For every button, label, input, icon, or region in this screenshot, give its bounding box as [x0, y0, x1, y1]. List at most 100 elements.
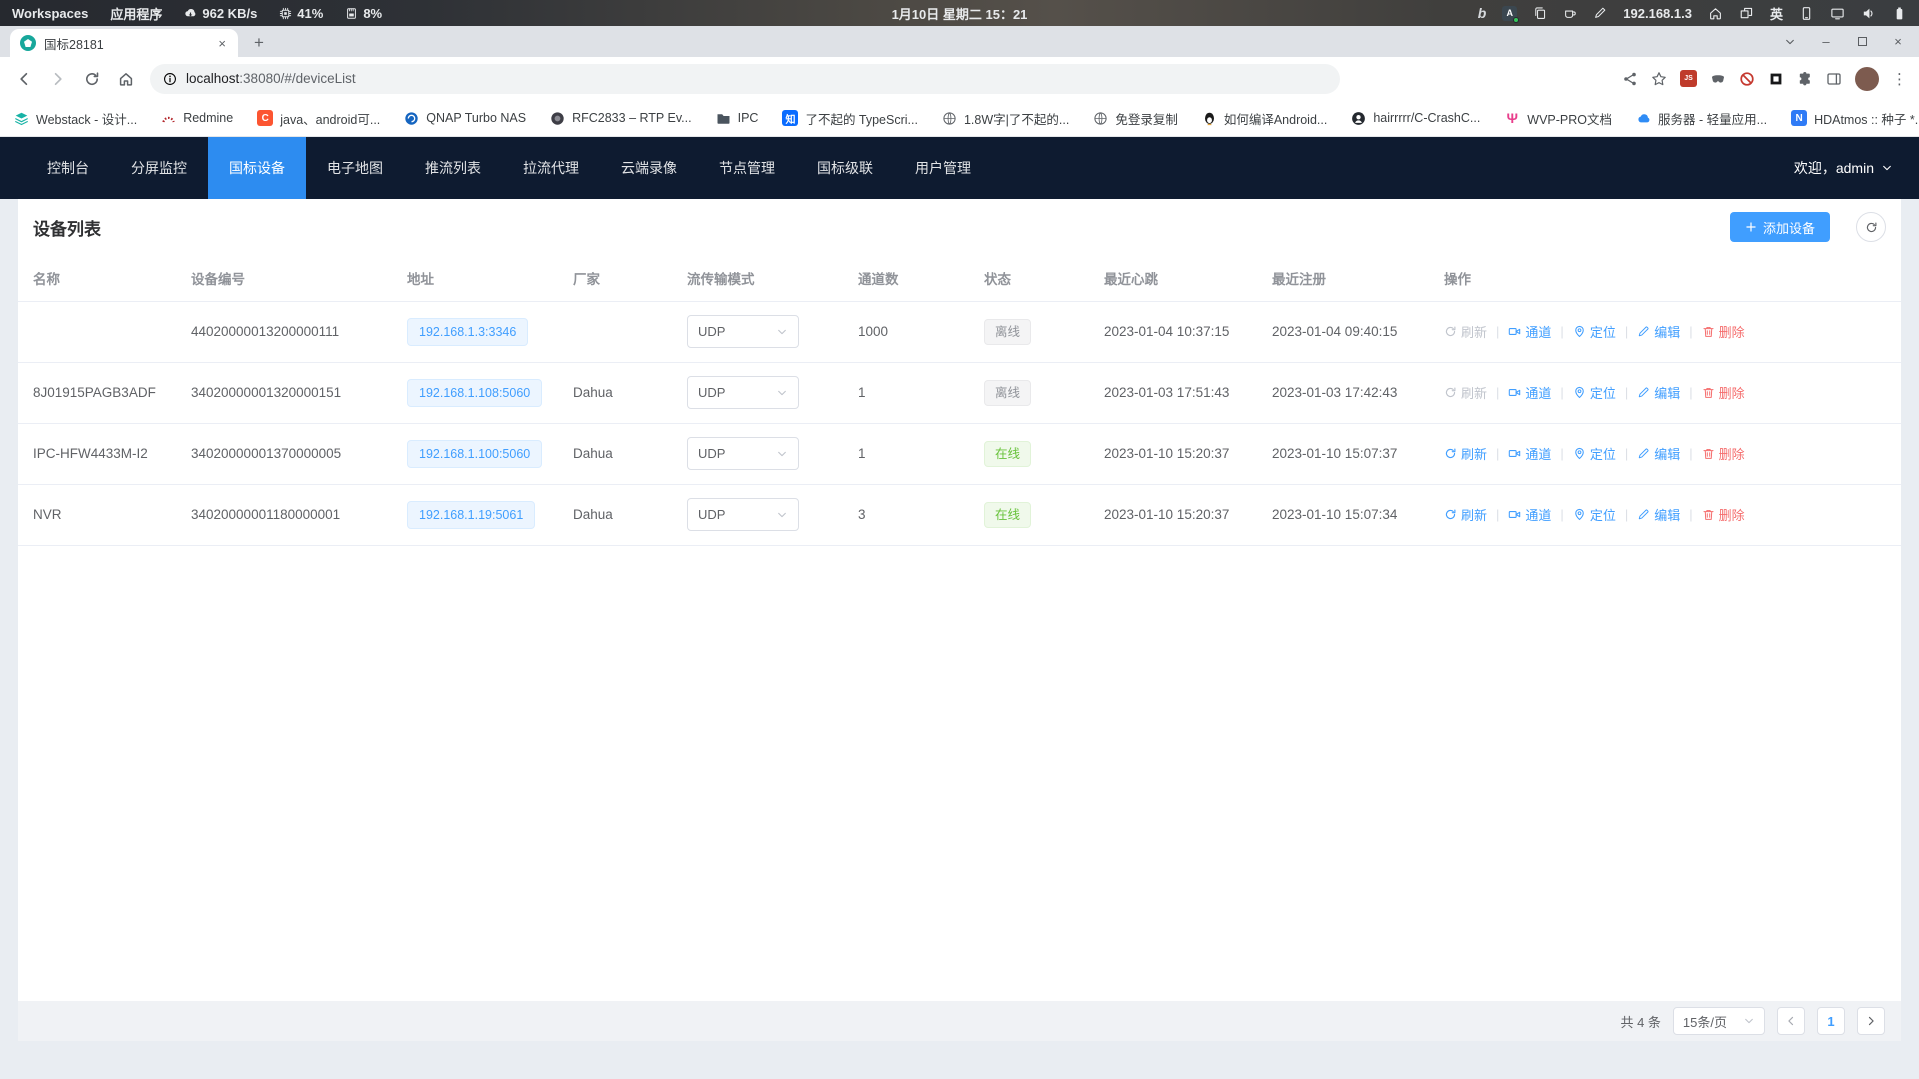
- action-buttons: 刷新|通道|定位|编辑|删除: [1444, 505, 1891, 524]
- nav-item-5[interactable]: 推流列表: [404, 137, 502, 199]
- nav-item-3[interactable]: 国标设备: [208, 137, 306, 199]
- refresh-icon: [1865, 221, 1878, 234]
- bookmark-item[interactable]: ΨWVP-PRO文档: [1504, 109, 1612, 128]
- refresh-list-button[interactable]: [1856, 212, 1886, 242]
- status-badge: 在线: [984, 441, 1031, 467]
- nav-item-10[interactable]: 用户管理: [894, 137, 992, 199]
- bookmark-item[interactable]: 如何编译Android...: [1202, 109, 1328, 128]
- nav-item-8[interactable]: 节点管理: [698, 137, 796, 199]
- side-panel-icon[interactable]: [1826, 71, 1842, 87]
- stream-mode-select[interactable]: UDP: [687, 315, 799, 348]
- caffeine-tray-icon[interactable]: [1563, 6, 1577, 20]
- reload-button[interactable]: [76, 63, 108, 95]
- new-tab-button[interactable]: +: [246, 30, 272, 56]
- bookmark-item[interactable]: 服务器 - 轻量应用...: [1636, 109, 1767, 128]
- nav-item-6[interactable]: 拉流代理: [502, 137, 600, 199]
- home-button[interactable]: [110, 63, 142, 95]
- extension-square-icon[interactable]: [1768, 71, 1784, 87]
- battery-icon: [1892, 6, 1907, 21]
- stream-mode-select[interactable]: UDP: [687, 437, 799, 470]
- locate-action[interactable]: 定位: [1573, 383, 1616, 402]
- delete-action[interactable]: 删除: [1702, 322, 1745, 341]
- refresh-action[interactable]: 刷新: [1444, 505, 1487, 524]
- share-icon[interactable]: [1622, 71, 1638, 87]
- workspaces-button[interactable]: Workspaces: [12, 6, 88, 21]
- channels-action[interactable]: 通道: [1508, 505, 1551, 524]
- phone-link-icon[interactable]: [1799, 6, 1814, 21]
- ip-address-indicator[interactable]: 192.168.1.3: [1623, 6, 1692, 21]
- add-device-button[interactable]: 添加设备: [1730, 212, 1830, 242]
- clock[interactable]: 1月10日 星期二 15：21: [892, 4, 1028, 23]
- bookmark-item[interactable]: Webstack - 设计...: [14, 109, 137, 128]
- bookmark-item[interactable]: NHDAtmos :: 种子 *...: [1791, 109, 1919, 128]
- device-address-cell: 192.168.1.19:5061: [397, 484, 563, 545]
- nav-item-4[interactable]: 电子地图: [306, 137, 404, 199]
- bookmark-item[interactable]: Cjava、android可...: [257, 109, 380, 128]
- channel-count-cell: 1: [848, 362, 974, 423]
- nav-item-9[interactable]: 国标级联: [796, 137, 894, 199]
- bookmark-item[interactable]: 1.8W字|了不起的...: [942, 109, 1069, 128]
- locate-action[interactable]: 定位: [1573, 322, 1616, 341]
- channels-action[interactable]: 通道: [1508, 444, 1551, 463]
- color-picker-tray-icon[interactable]: [1593, 6, 1607, 20]
- edit-action[interactable]: 编辑: [1637, 322, 1680, 341]
- delete-action[interactable]: 删除: [1702, 444, 1745, 463]
- back-button[interactable]: [8, 63, 40, 95]
- edit-action[interactable]: 编辑: [1637, 505, 1680, 524]
- extension-blocker-icon[interactable]: [1739, 71, 1755, 87]
- channels-action[interactable]: 通道: [1508, 383, 1551, 402]
- nav-item-2[interactable]: 分屏监控: [110, 137, 208, 199]
- refresh-action[interactable]: 刷新: [1444, 444, 1487, 463]
- refresh-action[interactable]: 刷新: [1444, 322, 1487, 341]
- extension-mask-icon[interactable]: [1710, 71, 1726, 87]
- browser-menu-icon[interactable]: ⋮: [1892, 70, 1907, 88]
- stream-mode-select[interactable]: UDP: [687, 498, 799, 531]
- edit-action[interactable]: 编辑: [1637, 444, 1680, 463]
- forward-button[interactable]: [42, 63, 74, 95]
- bookmark-item[interactable]: Redmine: [161, 111, 233, 126]
- volume-icon[interactable]: [1861, 6, 1876, 21]
- bookmark-item[interactable]: RFC2833 – RTP Ev...: [550, 111, 692, 126]
- app-tray-icon[interactable]: A: [1502, 6, 1517, 21]
- minimize-button[interactable]: –: [1809, 26, 1843, 57]
- bookmark-item[interactable]: QNAP Turbo NAS: [404, 111, 526, 126]
- bookmark-item[interactable]: IPC: [716, 111, 759, 126]
- current-page-button[interactable]: 1: [1817, 1007, 1845, 1035]
- browser-tab[interactable]: 国标28181 ×: [10, 29, 238, 57]
- next-page-button[interactable]: [1857, 1007, 1885, 1035]
- bookmark-item[interactable]: hairrrrr/C-CrashC...: [1351, 111, 1480, 126]
- bing-tray-icon[interactable]: b: [1478, 6, 1487, 20]
- prev-page-button[interactable]: [1777, 1007, 1805, 1035]
- locate-action[interactable]: 定位: [1573, 505, 1616, 524]
- tab-close-icon[interactable]: ×: [216, 35, 228, 52]
- channels-action[interactable]: 通道: [1508, 322, 1551, 341]
- stream-mode-select[interactable]: UDP: [687, 376, 799, 409]
- locate-action[interactable]: 定位: [1573, 444, 1616, 463]
- applications-button[interactable]: 应用程序: [110, 4, 162, 23]
- bookmark-item[interactable]: 免登录复制: [1093, 109, 1178, 128]
- maximize-button[interactable]: [1845, 26, 1879, 57]
- delete-action[interactable]: 删除: [1702, 383, 1745, 402]
- page-size-select[interactable]: 15条/页: [1673, 1007, 1765, 1035]
- home-tray-icon[interactable]: [1708, 6, 1723, 21]
- close-window-button[interactable]: ×: [1881, 26, 1915, 57]
- refresh-action[interactable]: 刷新: [1444, 383, 1487, 402]
- bookmark-item[interactable]: 知了不起的 TypeScri...: [782, 109, 918, 128]
- tab-search-chevron-icon[interactable]: [1773, 26, 1807, 57]
- nav-item-1[interactable]: 控制台: [26, 137, 110, 199]
- extensions-puzzle-icon[interactable]: [1797, 71, 1813, 87]
- display-tray-icon[interactable]: [1830, 6, 1845, 21]
- bookmark-label: Redmine: [183, 111, 233, 125]
- clipboard-tray-icon[interactable]: [1533, 6, 1547, 20]
- input-method-indicator[interactable]: 英: [1770, 4, 1783, 23]
- window-switcher-icon[interactable]: [1739, 6, 1754, 21]
- bookmark-star-icon[interactable]: [1651, 71, 1667, 87]
- extension-js-icon[interactable]: JS: [1680, 70, 1697, 87]
- user-menu[interactable]: 欢迎，admin: [1794, 158, 1893, 178]
- profile-avatar[interactable]: [1855, 67, 1879, 91]
- nav-item-7[interactable]: 云端录像: [600, 137, 698, 199]
- address-bar[interactable]: localhost:38080/#/deviceList: [150, 64, 1340, 94]
- delete-action[interactable]: 删除: [1702, 505, 1745, 524]
- site-info-icon[interactable]: [163, 72, 177, 86]
- edit-action[interactable]: 编辑: [1637, 383, 1680, 402]
